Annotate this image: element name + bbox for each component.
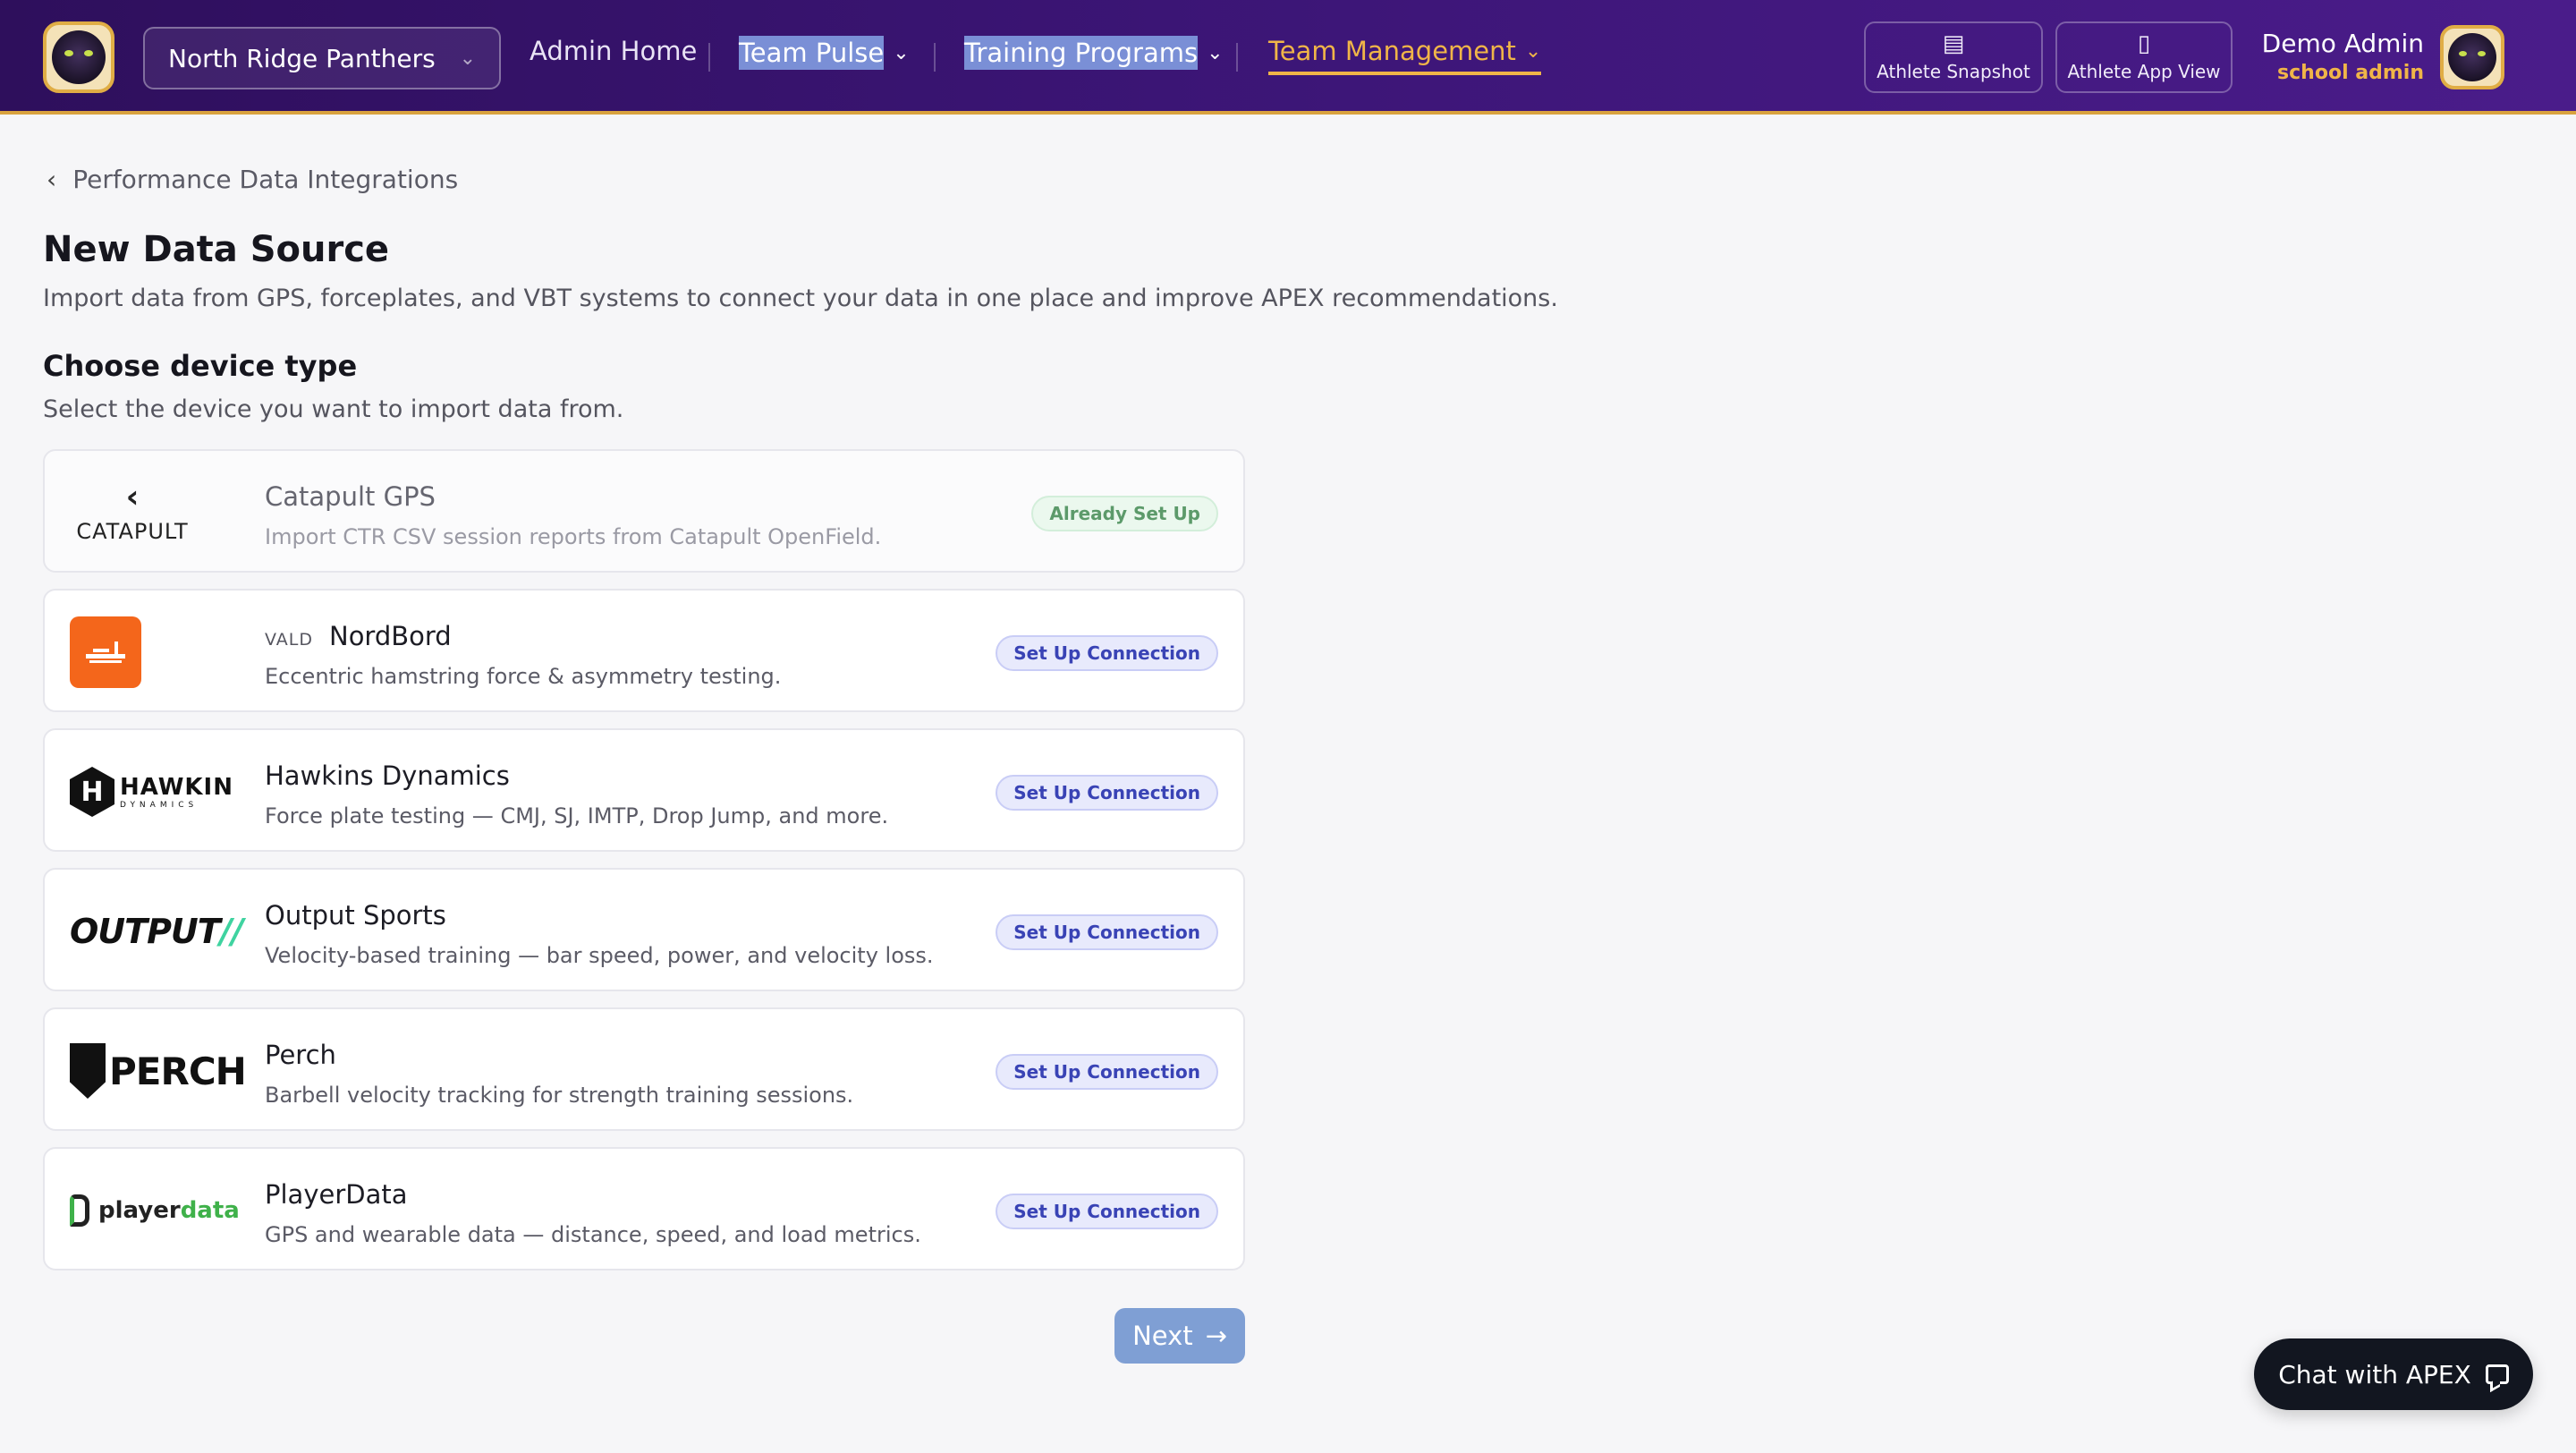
chat-button-label: Chat with APEX xyxy=(2278,1359,2471,1389)
team-selector-value: North Ridge Panthers xyxy=(168,43,436,73)
nav-team-management-label: Team Management xyxy=(1268,36,1516,66)
nav-training-programs[interactable]: Training Programs ⌄ xyxy=(964,36,1224,70)
device-brand: VALD xyxy=(265,630,313,650)
device-description: Barbell velocity tracking for strength t… xyxy=(265,1083,854,1108)
device-card-hawkins[interactable]: H HAWKIN DYNAMICS Hawkins Dynamics Force… xyxy=(43,728,1245,852)
next-button[interactable]: Next → xyxy=(1114,1308,1245,1364)
chevron-down-icon: ⌄ xyxy=(1524,39,1542,63)
set-up-connection-button[interactable]: Set Up Connection xyxy=(996,914,1218,950)
athlete-app-view-button[interactable]: ▯ Athlete App View xyxy=(2055,21,2233,93)
device-name: NordBord xyxy=(329,621,452,651)
hawkin-logo-subtext: DYNAMICS xyxy=(120,801,199,810)
avatar[interactable] xyxy=(2440,25,2504,89)
athlete-app-view-label: Athlete App View xyxy=(2067,61,2221,82)
device-card-output[interactable]: OUTPUT// Output Sports Velocity-based tr… xyxy=(43,868,1245,991)
chevron-down-icon: ⌄ xyxy=(893,41,910,64)
nav-team-pulse-label: Team Pulse xyxy=(739,36,885,70)
set-up-connection-button[interactable]: Set Up Connection xyxy=(996,635,1218,671)
device-card-catapult[interactable]: ‹ CATAPULT Catapult GPS Import CTR CSV s… xyxy=(43,449,1245,573)
already-set-up-badge: Already Set Up xyxy=(1031,496,1218,531)
nav-team-pulse[interactable]: Team Pulse ⌄ xyxy=(739,36,910,70)
chevron-left-icon: ‹ xyxy=(47,165,57,194)
device-card-nordbord[interactable]: VALD NordBord Eccentric hamstring force … xyxy=(43,589,1245,712)
team-selector[interactable]: North Ridge Panthers ⌄ xyxy=(143,27,501,89)
device-card-perch[interactable]: PERCH Perch Barbell velocity tracking fo… xyxy=(43,1007,1245,1131)
perch-mark-icon xyxy=(70,1043,106,1099)
device-name: Catapult GPS xyxy=(265,481,436,512)
playerdata-logo-accent: data xyxy=(180,1197,240,1224)
device-description: Import CTR CSV session reports from Cata… xyxy=(265,524,882,549)
chat-bubble-icon xyxy=(2485,1364,2509,1384)
section-title: Choose device type xyxy=(43,349,358,383)
catapult-mark-icon: ‹ xyxy=(125,479,140,515)
breadcrumb[interactable]: ‹ Performance Data Integrations xyxy=(47,165,458,194)
playerdata-mark-icon xyxy=(70,1194,89,1227)
panther-icon xyxy=(52,30,106,84)
next-button-label: Next xyxy=(1132,1321,1193,1351)
nordbord-icon xyxy=(70,616,141,688)
nav-team-management[interactable]: Team Management ⌄ xyxy=(1268,36,1542,75)
perch-logo-text: PERCH xyxy=(109,1049,247,1093)
nav-admin-home-label: Admin Home xyxy=(530,36,698,66)
team-logo[interactable] xyxy=(43,21,114,93)
clipboard-icon: ▤ xyxy=(1942,30,1965,57)
user-info[interactable]: Demo Admin school admin xyxy=(2262,29,2424,84)
vald-logo xyxy=(70,614,249,691)
nav-divider xyxy=(1236,43,1238,72)
hexagon-h-icon: H xyxy=(70,767,114,817)
device-name: PlayerData xyxy=(265,1179,408,1210)
device-name: Perch xyxy=(265,1040,336,1070)
page-subtitle: Import data from GPS, forceplates, and V… xyxy=(43,285,1558,312)
device-description: Force plate testing — CMJ, SJ, IMTP, Dro… xyxy=(265,803,889,828)
arrow-right-icon: → xyxy=(1205,1321,1227,1351)
user-role: school admin xyxy=(2277,62,2424,84)
device-description: GPS and wearable data — distance, speed,… xyxy=(265,1222,921,1247)
nav-divider xyxy=(934,43,936,72)
athlete-snapshot-label: Athlete Snapshot xyxy=(1877,61,2030,82)
output-logo: OUTPUT// xyxy=(70,893,249,970)
device-description: Velocity-based training — bar speed, pow… xyxy=(265,943,934,968)
chat-with-apex-button[interactable]: Chat with APEX xyxy=(2254,1338,2533,1410)
page-title: New Data Source xyxy=(43,229,390,270)
nav-admin-home[interactable]: Admin Home xyxy=(530,36,697,66)
user-name: Demo Admin xyxy=(2261,29,2424,58)
set-up-connection-button[interactable]: Set Up Connection xyxy=(996,1194,1218,1229)
catapult-logo: ‹ CATAPULT xyxy=(70,474,195,551)
panther-icon xyxy=(2448,33,2496,81)
nav-divider xyxy=(708,43,710,72)
section-subtitle: Select the device you want to import dat… xyxy=(43,395,624,423)
set-up-connection-button[interactable]: Set Up Connection xyxy=(996,1054,1218,1090)
device-description: Eccentric hamstring force & asymmetry te… xyxy=(265,664,782,689)
chevron-down-icon: ⌄ xyxy=(459,47,476,70)
catapult-logo-text: CATAPULT xyxy=(76,519,189,544)
top-navigation-bar: North Ridge Panthers ⌄ Admin Home Team P… xyxy=(0,0,2576,115)
playerdata-logo: playerdata xyxy=(70,1172,249,1249)
phone-icon: ▯ xyxy=(2137,30,2151,57)
device-card-playerdata[interactable]: playerdata PlayerData GPS and wearable d… xyxy=(43,1147,1245,1270)
perch-logo: PERCH xyxy=(70,1032,249,1109)
chevron-down-icon: ⌄ xyxy=(1207,41,1224,64)
nav-training-programs-label: Training Programs xyxy=(964,36,1199,70)
hawkin-logo: H HAWKIN DYNAMICS xyxy=(70,753,249,830)
breadcrumb-label: Performance Data Integrations xyxy=(72,165,459,194)
slash-icon: // xyxy=(219,912,244,951)
device-name: Output Sports xyxy=(265,900,446,930)
athlete-snapshot-button[interactable]: ▤ Athlete Snapshot xyxy=(1864,21,2043,93)
set-up-connection-button[interactable]: Set Up Connection xyxy=(996,775,1218,811)
hawkin-logo-text: HAWKIN xyxy=(120,774,233,801)
device-name: Hawkins Dynamics xyxy=(265,760,510,791)
playerdata-logo-text: player xyxy=(98,1197,181,1224)
output-logo-text: OUTPUT xyxy=(70,912,221,951)
